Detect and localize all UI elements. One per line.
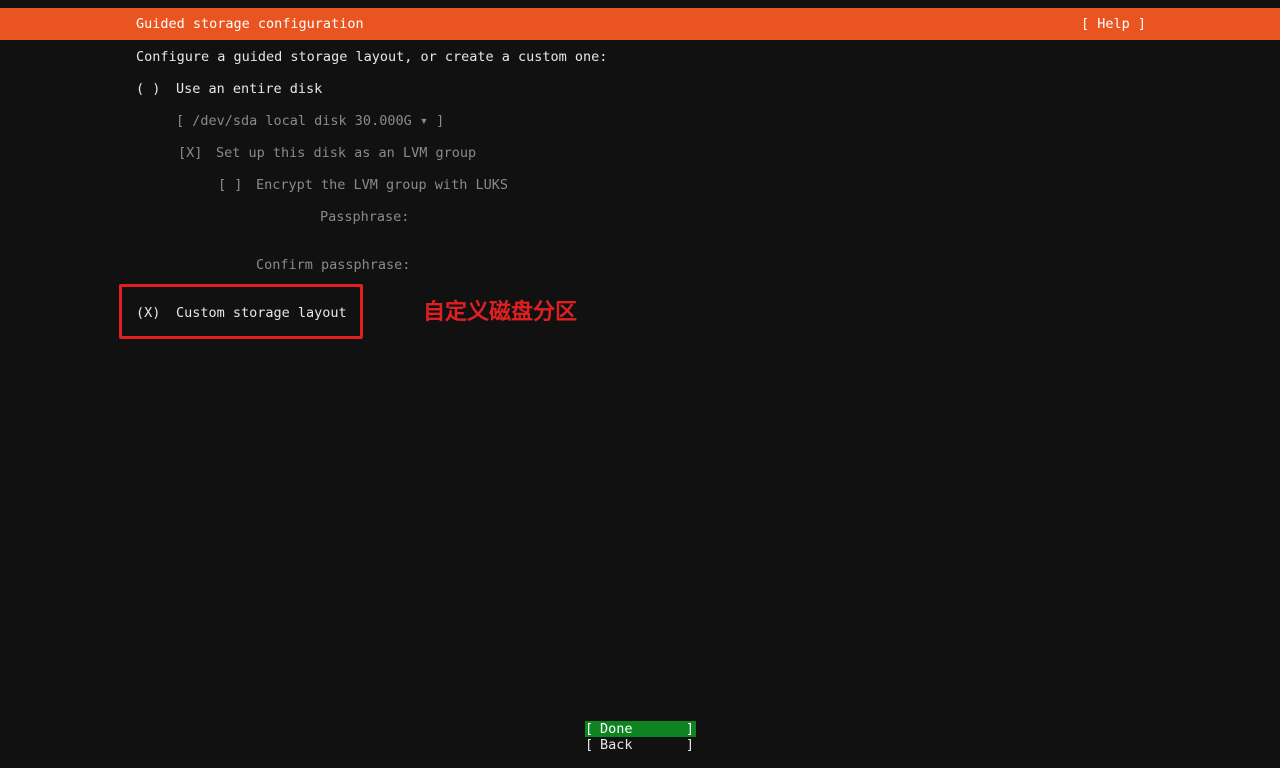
done-button[interactable]: [ Done ] [585, 721, 696, 737]
annotation-highlight-box [119, 284, 363, 339]
confirm-passphrase-label: Confirm passphrase: [256, 257, 411, 273]
help-button[interactable]: [ Help ] [1081, 16, 1146, 32]
lvm-checkbox[interactable]: [X] [178, 145, 202, 161]
page-title: Guided storage configuration [136, 16, 364, 32]
back-label: Back [600, 737, 633, 753]
confirm-passphrase-input[interactable] [416, 256, 716, 274]
back-bracket-right: ] [685, 737, 694, 753]
back-bracket-left: [ [585, 737, 594, 753]
encrypt-label: Encrypt the LVM group with LUKS [256, 177, 508, 193]
passphrase-input[interactable] [416, 208, 716, 226]
entire-disk-label[interactable]: Use an entire disk [176, 81, 322, 97]
done-bracket-left: [ [585, 721, 594, 737]
entire-disk-radio[interactable]: ( ) [136, 81, 160, 97]
disk-select-dropdown[interactable]: [ /dev/sda local disk 30.000G ▾ ] [176, 113, 444, 129]
annotation-text: 自定义磁盘分区 [423, 300, 578, 325]
done-bracket-right: ] [685, 721, 694, 737]
intro-text: Configure a guided storage layout, or cr… [136, 49, 608, 65]
passphrase-label: Passphrase: [320, 209, 410, 225]
lvm-label: Set up this disk as an LVM group [216, 145, 477, 161]
back-button[interactable]: [ Back ] [585, 737, 696, 753]
encrypt-checkbox[interactable]: [ ] [218, 177, 242, 193]
done-label: Done [600, 721, 633, 737]
header-bar: Guided storage configuration [ Help ] [0, 8, 1280, 40]
